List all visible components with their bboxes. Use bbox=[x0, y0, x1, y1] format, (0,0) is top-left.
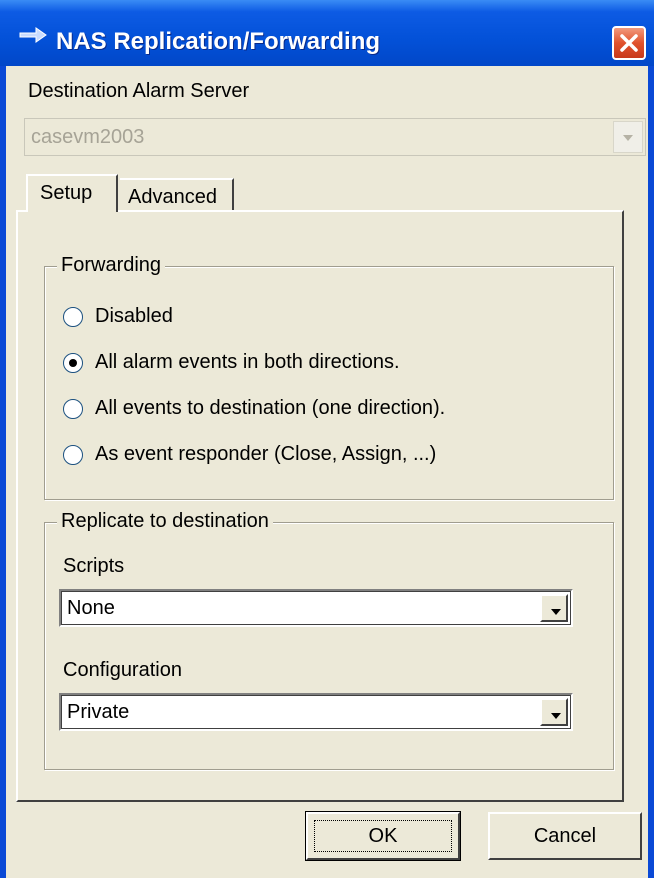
setup-panel: Forwarding Disabled All alarm events in … bbox=[16, 210, 624, 802]
window-title: NAS Replication/Forwarding bbox=[56, 28, 381, 55]
destination-server-value: casevm2003 bbox=[31, 126, 145, 148]
scripts-dropdown-button[interactable] bbox=[540, 594, 568, 622]
replicate-group: Replicate to destination Scripts None Co… bbox=[44, 510, 614, 770]
arrow-right-icon bbox=[19, 27, 47, 43]
destination-label: Destination Alarm Server bbox=[28, 80, 250, 102]
cancel-button[interactable]: Cancel bbox=[488, 812, 642, 860]
configuration-label: Configuration bbox=[63, 659, 182, 681]
close-icon bbox=[620, 34, 638, 52]
title-bar[interactable]: NAS Replication/Forwarding bbox=[0, 0, 654, 66]
tab-advanced[interactable]: Advanced bbox=[120, 178, 234, 212]
chevron-down-icon bbox=[551, 609, 561, 615]
chevron-down-icon bbox=[623, 135, 633, 141]
destination-dropdown-button[interactable] bbox=[613, 121, 643, 153]
scripts-select[interactable]: None bbox=[59, 589, 573, 627]
configuration-dropdown-button[interactable] bbox=[540, 698, 568, 726]
radio-label: All alarm events in both directions. bbox=[95, 351, 400, 373]
scripts-label: Scripts bbox=[63, 555, 125, 577]
configuration-select[interactable]: Private bbox=[59, 693, 573, 731]
radio-button[interactable] bbox=[63, 353, 83, 373]
radio-selected-dot bbox=[69, 359, 77, 367]
radio-button[interactable] bbox=[63, 399, 83, 419]
destination-server-combo[interactable]: casevm2003 bbox=[24, 118, 646, 156]
replicate-group-title: Replicate to destination bbox=[57, 510, 273, 533]
scripts-value: None bbox=[67, 597, 115, 619]
ok-button[interactable]: OK bbox=[305, 811, 461, 861]
tab-setup-label: Setup bbox=[40, 182, 93, 204]
radio-label: All events to destination (one direction… bbox=[95, 397, 446, 419]
configuration-value: Private bbox=[67, 701, 130, 723]
forwarding-group-title: Forwarding bbox=[57, 254, 166, 277]
forwarding-group: Forwarding Disabled All alarm events in … bbox=[44, 254, 614, 500]
radio-label: As event responder (Close, Assign, ...) bbox=[95, 443, 437, 465]
radio-button[interactable] bbox=[63, 445, 83, 465]
focus-rectangle bbox=[314, 820, 452, 852]
close-button[interactable] bbox=[612, 26, 646, 60]
chevron-down-icon bbox=[551, 713, 561, 719]
dialog-body: Destination Alarm Server casevm2003 Setu… bbox=[6, 66, 648, 878]
dialog-window: NAS Replication/Forwarding Destination A… bbox=[0, 0, 654, 878]
cancel-button-label: Cancel bbox=[533, 825, 597, 847]
tab-setup[interactable]: Setup bbox=[26, 174, 118, 212]
radio-label: Disabled bbox=[95, 305, 173, 327]
radio-button[interactable] bbox=[63, 307, 83, 327]
tab-advanced-label: Advanced bbox=[128, 186, 217, 208]
